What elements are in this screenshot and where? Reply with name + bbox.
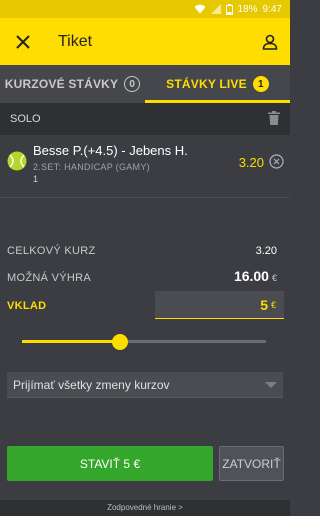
total-odds-row: CELKOVÝ KURZ 3.20 — [7, 245, 283, 257]
tab-label: STÁVKY LIVE — [166, 77, 247, 91]
account-button[interactable] — [250, 18, 290, 65]
odds-change-selected: Prijímať všetky zmeny kurzov — [13, 377, 170, 392]
stake-slider[interactable] — [22, 334, 266, 350]
wifi-icon — [194, 4, 206, 14]
currency-symbol: € — [270, 299, 276, 310]
ticket-type-label: SOLO — [10, 113, 41, 125]
selection: 1 — [33, 174, 39, 184]
battery-icon — [225, 3, 233, 15]
market-name: 2.SET: HANDICAP (GAMY) — [33, 162, 150, 172]
ticket-tabs: KURZOVÉ STÁVKY 0 STÁVKY LIVE 1 — [0, 65, 290, 103]
slider-thumb[interactable] — [111, 334, 128, 350]
user-icon — [262, 34, 278, 50]
ticket-type-bar: SOLO — [0, 103, 290, 135]
stake-row: VKLAD 5 € — [0, 291, 290, 321]
close-icon — [16, 34, 30, 49]
close-button[interactable] — [0, 18, 46, 65]
total-odds-value: 3.20 — [255, 245, 277, 257]
count-badge: 0 — [124, 76, 141, 92]
bet-odds: 3.20 — [238, 155, 264, 170]
signal-icon — [210, 4, 221, 14]
tab-prematch-bets[interactable]: KURZOVÉ STÁVKY 0 — [0, 65, 145, 103]
divider — [0, 197, 290, 198]
dropdown-caret-icon — [265, 381, 277, 388]
responsible-gaming-link[interactable]: Zodpovedné hranie > — [0, 500, 290, 516]
battery-percent: 18% — [237, 3, 258, 15]
possible-win-value: 16.00 — [233, 268, 269, 284]
tab-label: KURZOVÉ STÁVKY — [4, 77, 119, 91]
status-bar: 18% 9:47 — [0, 0, 290, 18]
stake-label: VKLAD — [7, 300, 47, 312]
clock: 9:47 — [262, 3, 282, 15]
page-title: Tiket — [58, 32, 93, 50]
match-name: Besse P.(+4.5) - Jebens H. — [33, 143, 188, 158]
remove-bet-icon[interactable] — [269, 154, 284, 169]
odds-change-select[interactable]: Prijímať všetky zmeny kurzov — [7, 372, 283, 398]
possible-win-label: MOŽNÁ VÝHRA — [7, 272, 91, 284]
place-bet-button[interactable]: STAVIŤ 5 € — [7, 446, 213, 481]
currency-symbol: € — [271, 273, 277, 283]
close-ticket-button[interactable]: ZATVORIŤ — [219, 446, 284, 481]
trash-icon — [268, 110, 280, 125]
stake-input[interactable]: 5 € — [155, 291, 284, 319]
bet-item: Besse P.(+4.5) - Jebens H. 2.SET: HANDIC… — [0, 135, 290, 197]
app-bar: Tiket — [0, 18, 290, 65]
tennis-ball-icon — [7, 151, 27, 171]
tab-live-bets[interactable]: STÁVKY LIVE 1 — [145, 65, 290, 103]
possible-win-wrap: 16.00 € — [234, 268, 283, 284]
total-odds-label: CELKOVÝ KURZ — [7, 245, 96, 257]
count-badge: 1 — [252, 76, 269, 92]
stake-value: 5 — [260, 296, 268, 313]
delete-ticket-button[interactable] — [268, 110, 280, 128]
possible-win-row: MOŽNÁ VÝHRA 16.00 € — [7, 268, 283, 284]
slider-fill — [22, 340, 120, 343]
